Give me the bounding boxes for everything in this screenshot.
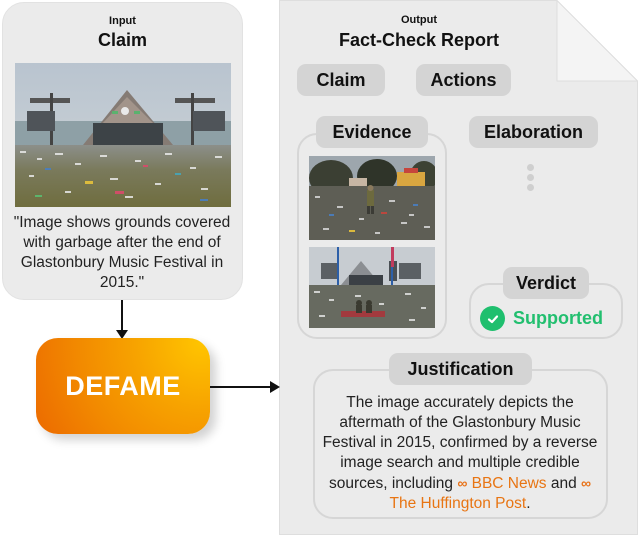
section-claim: Claim <box>297 64 385 96</box>
ellipsis-dot <box>527 164 534 171</box>
claim-text: "Image shows grounds covered with garbag… <box>13 214 231 291</box>
verdict-result: Supported <box>480 306 603 331</box>
input-label: Input <box>109 15 136 27</box>
ellipsis-dot <box>527 184 534 191</box>
justification-text: The image accurately depicts the afterma… <box>318 393 602 514</box>
page-fold <box>556 0 638 82</box>
defame-system-box: DEFAME <box>36 338 210 434</box>
section-elaboration: Elaboration <box>469 116 598 148</box>
verdict-label: Supported <box>513 308 603 328</box>
link-bbc-news[interactable]: BBC News <box>472 475 547 492</box>
link-huffington-post[interactable]: The Huffington Post <box>389 495 526 512</box>
evidence-image-2 <box>309 247 435 328</box>
arrow-down-line <box>121 300 123 332</box>
ellipsis-dot <box>527 174 534 181</box>
arrow-right-line <box>210 386 272 388</box>
section-verdict: Verdict <box>503 267 589 299</box>
arrow-right-head-icon <box>270 381 280 393</box>
evidence-image-1 <box>309 156 435 240</box>
output-title: Fact-Check Report <box>338 30 500 50</box>
section-actions: Actions <box>416 64 511 96</box>
check-circle-icon <box>480 306 505 331</box>
justification-end: . <box>526 495 531 512</box>
justification-connector: and <box>546 475 582 492</box>
input-title: Claim <box>97 30 148 50</box>
link-icon: ∞ <box>581 475 592 491</box>
claim-image <box>15 63 231 207</box>
section-justification: Justification <box>389 353 532 385</box>
section-evidence: Evidence <box>316 116 428 148</box>
output-label: Output <box>400 14 438 26</box>
link-icon: ∞ <box>457 475 468 491</box>
